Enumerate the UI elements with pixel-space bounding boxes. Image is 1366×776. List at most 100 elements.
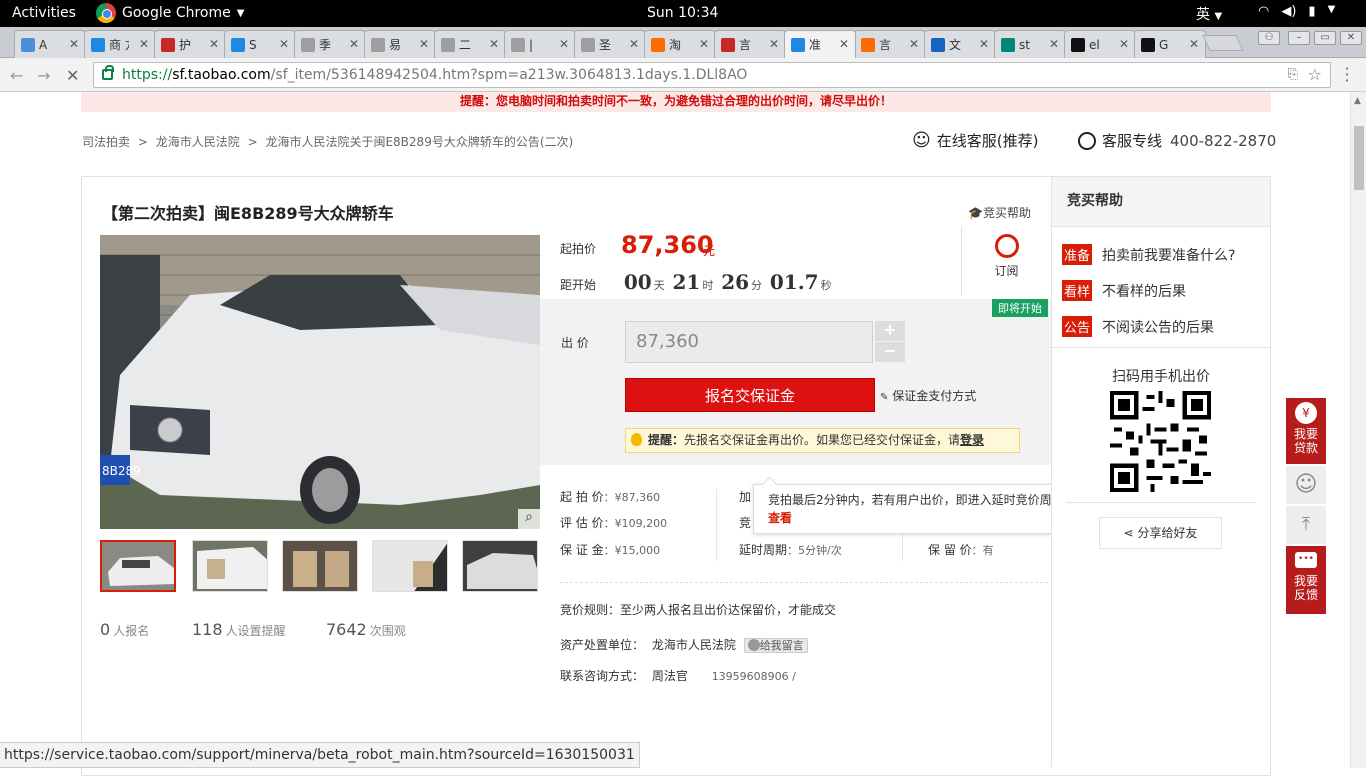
thumbnail-5[interactable] xyxy=(462,540,538,592)
browser-tab[interactable]: G ✕ xyxy=(1134,30,1206,58)
browser-tab[interactable]: 言 ✕ xyxy=(714,30,786,58)
zoom-search-icon[interactable]: ⌕ xyxy=(518,509,540,529)
tab-close-icon[interactable]: ✕ xyxy=(699,37,709,51)
tab-close-icon[interactable]: ✕ xyxy=(209,37,219,51)
browser-tab[interactable]: st ✕ xyxy=(994,30,1066,58)
message-icon xyxy=(747,639,760,651)
breadcrumb-link-court[interactable]: 龙海市人民法院 xyxy=(156,135,240,149)
app-menu[interactable]: Google Chrome ▼ xyxy=(96,3,244,23)
car-photo-illustration: 8B289 xyxy=(100,235,540,529)
tab-close-icon[interactable]: ✕ xyxy=(139,37,149,51)
tab-close-icon[interactable]: ✕ xyxy=(629,37,639,51)
scroll-up-icon[interactable]: ▲ xyxy=(1354,96,1361,106)
system-tray[interactable]: ◠ ◀) ▮ ▼ xyxy=(1258,4,1335,19)
tab-close-icon[interactable]: ✕ xyxy=(979,37,989,51)
login-link[interactable]: 登录 xyxy=(960,433,984,447)
countdown-minutes: 26 xyxy=(721,270,750,294)
tab-close-icon[interactable]: ✕ xyxy=(349,37,359,51)
stop-loading-icon[interactable]: ✕ xyxy=(66,66,79,85)
tab-close-icon[interactable]: ✕ xyxy=(839,37,849,51)
asset-unit-value[interactable]: 龙海市人民法院 xyxy=(652,638,736,652)
customer-service-float-button[interactable]: ☺ xyxy=(1286,466,1326,504)
main-product-photo[interactable]: 8B289 xyxy=(100,235,540,529)
bid-help-link[interactable]: 🎓竞买帮助 xyxy=(968,204,1031,221)
start-price-unit: 元 xyxy=(703,244,716,258)
help-item-inspect[interactable]: 看样 不看样的后果 xyxy=(1062,280,1186,301)
browser-tab[interactable]: 文 ✕ xyxy=(924,30,996,58)
online-service-link[interactable]: ☺ 在线客服(推荐) xyxy=(912,130,1038,151)
browser-tab[interactable]: el ✕ xyxy=(1064,30,1136,58)
register-deposit-button[interactable]: 报名交保证金 xyxy=(625,378,875,412)
browser-tab[interactable]: 言 ✕ xyxy=(854,30,926,58)
activities-button[interactable]: Activities xyxy=(12,5,76,21)
input-method-indicator[interactable]: 英 ▼ xyxy=(1196,4,1222,24)
tab-close-icon[interactable]: ✕ xyxy=(279,37,289,51)
close-window-button[interactable]: ✕ xyxy=(1340,31,1362,45)
browser-tab[interactable]: 圣 ✕ xyxy=(574,30,646,58)
tab-title: A xyxy=(39,37,48,52)
system-clock[interactable]: Sun 10:34 xyxy=(647,5,718,21)
address-bar[interactable]: https://sf.taobao.com/sf_item/5361489425… xyxy=(93,62,1331,88)
detail-start-price: 起 拍 价：¥87,360 xyxy=(560,490,661,504)
forward-icon[interactable]: → xyxy=(37,66,50,85)
thumbnail-4[interactable] xyxy=(372,540,448,592)
tab-close-icon[interactable]: ✕ xyxy=(909,37,919,51)
browser-tab[interactable]: 二 ✕ xyxy=(434,30,506,58)
help-item-prepare[interactable]: 准备 拍卖前我要准备什么? xyxy=(1062,244,1235,265)
browser-tab[interactable]: 护 ✕ xyxy=(154,30,226,58)
page-scrollbar[interactable]: ▲ xyxy=(1350,92,1366,768)
tab-close-icon[interactable]: ✕ xyxy=(1189,37,1199,51)
back-icon[interactable]: ← xyxy=(10,66,23,85)
browser-tab[interactable]: 准 ✕ xyxy=(784,30,856,58)
feedback-button[interactable]: ••• 我要反馈 xyxy=(1286,546,1326,614)
browser-tab[interactable]: 易 ✕ xyxy=(364,30,436,58)
tab-close-icon[interactable]: ✕ xyxy=(69,37,79,51)
tab-favicon-icon xyxy=(861,37,875,52)
tab-title: S xyxy=(249,37,257,52)
tab-close-icon[interactable]: ✕ xyxy=(769,37,779,51)
tooltip-view-link[interactable]: 查看 xyxy=(768,511,792,525)
back-to-top-button[interactable]: ⤒ xyxy=(1286,506,1326,544)
tab-close-icon[interactable]: ✕ xyxy=(1049,37,1059,51)
translate-icon[interactable]: ⎘ xyxy=(1288,63,1298,87)
share-button[interactable]: ⋖ 分享给好友 xyxy=(1099,517,1222,549)
detail-delay-period[interactable]: 延时周期：5分钟/次 xyxy=(739,541,842,558)
sidebar-title: 竞买帮助 xyxy=(1052,177,1270,227)
browser-tab[interactable]: A ✕ xyxy=(14,30,86,58)
detail-competition: 竞 xyxy=(739,516,752,530)
tab-favicon-icon xyxy=(651,37,665,52)
thumbnail-1[interactable] xyxy=(100,540,176,592)
deposit-payment-link[interactable]: ✎ 保证金支付方式 xyxy=(880,387,976,404)
service-hotline: 客服专线 400-822-2870 xyxy=(1078,130,1276,151)
thumbnail-3[interactable] xyxy=(282,540,358,592)
browser-tab[interactable]: 淘 ✕ xyxy=(644,30,716,58)
decrease-bid-button[interactable]: − xyxy=(875,342,905,362)
tab-close-icon[interactable]: ✕ xyxy=(489,37,499,51)
thumbnail-2[interactable] xyxy=(192,540,268,592)
subscribe-button[interactable]: 订阅 xyxy=(961,226,1051,296)
thumbnail-image xyxy=(102,542,174,590)
status-bar-url: https://service.taobao.com/support/miner… xyxy=(0,742,640,768)
browser-menu-icon[interactable]: · · · xyxy=(1344,61,1350,89)
maximize-button[interactable]: ▭ xyxy=(1314,31,1336,45)
browser-tab[interactable]: 商 方 ✕ xyxy=(84,30,156,58)
tab-close-icon[interactable]: ✕ xyxy=(419,37,429,51)
minimize-button[interactable]: – xyxy=(1288,31,1310,45)
scrollbar-thumb[interactable] xyxy=(1354,126,1364,190)
breadcrumb-current[interactable]: 龙海市人民法院关于闽E8B289号大众牌轿车的公告(二次) xyxy=(265,135,573,149)
new-tab-button[interactable] xyxy=(1202,35,1244,51)
profile-icon[interactable]: ⚇ xyxy=(1258,31,1280,45)
loan-button[interactable]: ¥ 我要贷款 xyxy=(1286,398,1326,464)
leave-message-button[interactable]: 给我留言 xyxy=(743,638,808,653)
bookmark-star-icon[interactable]: ☆ xyxy=(1308,63,1322,87)
increase-bid-button[interactable]: + xyxy=(875,321,905,341)
volume-icon: ◀) xyxy=(1281,4,1297,19)
bid-amount-input[interactable]: 87,360 xyxy=(625,321,873,363)
browser-tab[interactable]: | ✕ xyxy=(504,30,576,58)
browser-tab[interactable]: 季 ✕ xyxy=(294,30,366,58)
breadcrumb-link-judicial-auction[interactable]: 司法拍卖 xyxy=(82,135,130,149)
help-item-announcement[interactable]: 公告 不阅读公告的后果 xyxy=(1062,316,1214,337)
tab-close-icon[interactable]: ✕ xyxy=(559,37,569,51)
browser-tab[interactable]: S ✕ xyxy=(224,30,296,58)
tab-close-icon[interactable]: ✕ xyxy=(1119,37,1129,51)
